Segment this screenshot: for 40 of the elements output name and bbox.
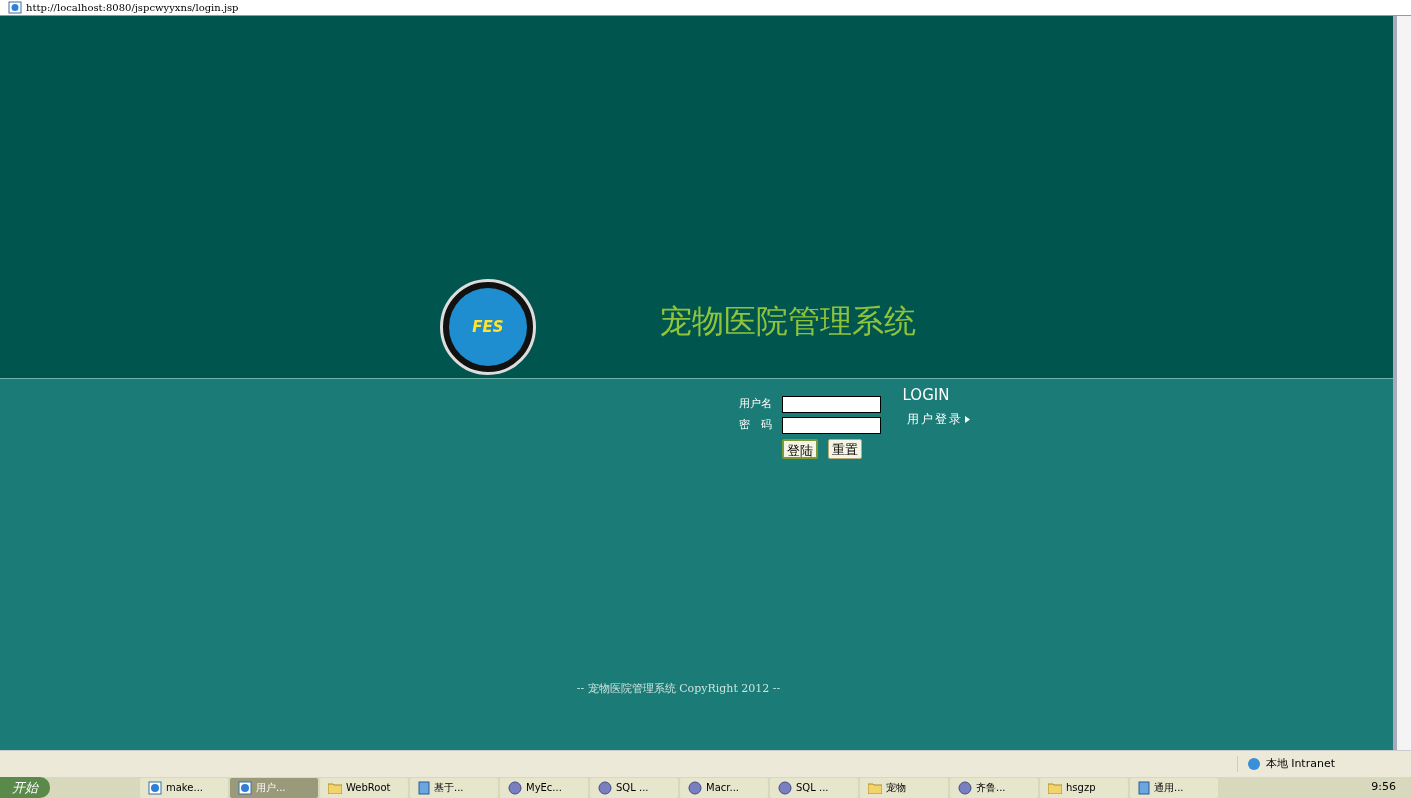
taskbar-button[interactable]: Macr... [680,777,768,798]
taskbar-button[interactable]: 齐鲁... [950,777,1038,798]
taskbar-button[interactable]: SQL ... [590,777,678,798]
field-label: 密 码 [737,417,772,434]
app-icon [508,780,522,795]
taskbar-button[interactable]: hsgzp [1040,777,1128,798]
network-icon [1245,757,1262,771]
taskbar-button[interactable]: 通用... [1130,777,1218,798]
zone-text: 本地 Intranet [1265,755,1335,772]
taskbar-button[interactable]: MyEc... [500,777,588,798]
app-icon [598,780,612,795]
taskbar-button[interactable]: 宠物 [860,777,948,798]
triangle-icon [964,415,970,423]
username-field[interactable] [781,396,881,413]
login-heading: LOGIN [902,385,951,406]
clock-text: 9:56 [1371,779,1397,796]
address-url[interactable]: http://localhost:8080/jspcwyyxns/login.jsp [26,0,239,15]
form-button[interactable]: 重置 [827,439,862,459]
app-icon [778,780,792,795]
password-field[interactable] [781,417,881,434]
logo-text: FES [472,316,504,338]
document-icon [1138,780,1150,795]
taskbar-button[interactable]: SQL ... [770,777,858,798]
app-icon [688,780,702,795]
taskbar-button[interactable]: make... [140,777,228,798]
folder-icon [868,781,882,794]
browser-icon [238,780,252,795]
folder-icon [328,781,342,794]
form-button[interactable]: 登陆 [781,439,818,459]
taskbar-button[interactable]: WebRoot [320,777,408,798]
start-button[interactable]: 开始 [0,777,50,798]
app-icon [958,780,972,795]
browser-icon [148,780,162,795]
field-label: 用户名 [737,396,772,413]
document-icon [418,780,430,795]
folder-icon [1048,781,1062,794]
login-subheading: 用户登录 [906,411,963,428]
system-title: 宠物医院管理系统 [660,301,916,342]
taskbar-button[interactable]: 基于... [410,777,498,798]
copyright-text: -- 宠物医院管理系统 CopyRight 2012 -- [576,681,781,697]
